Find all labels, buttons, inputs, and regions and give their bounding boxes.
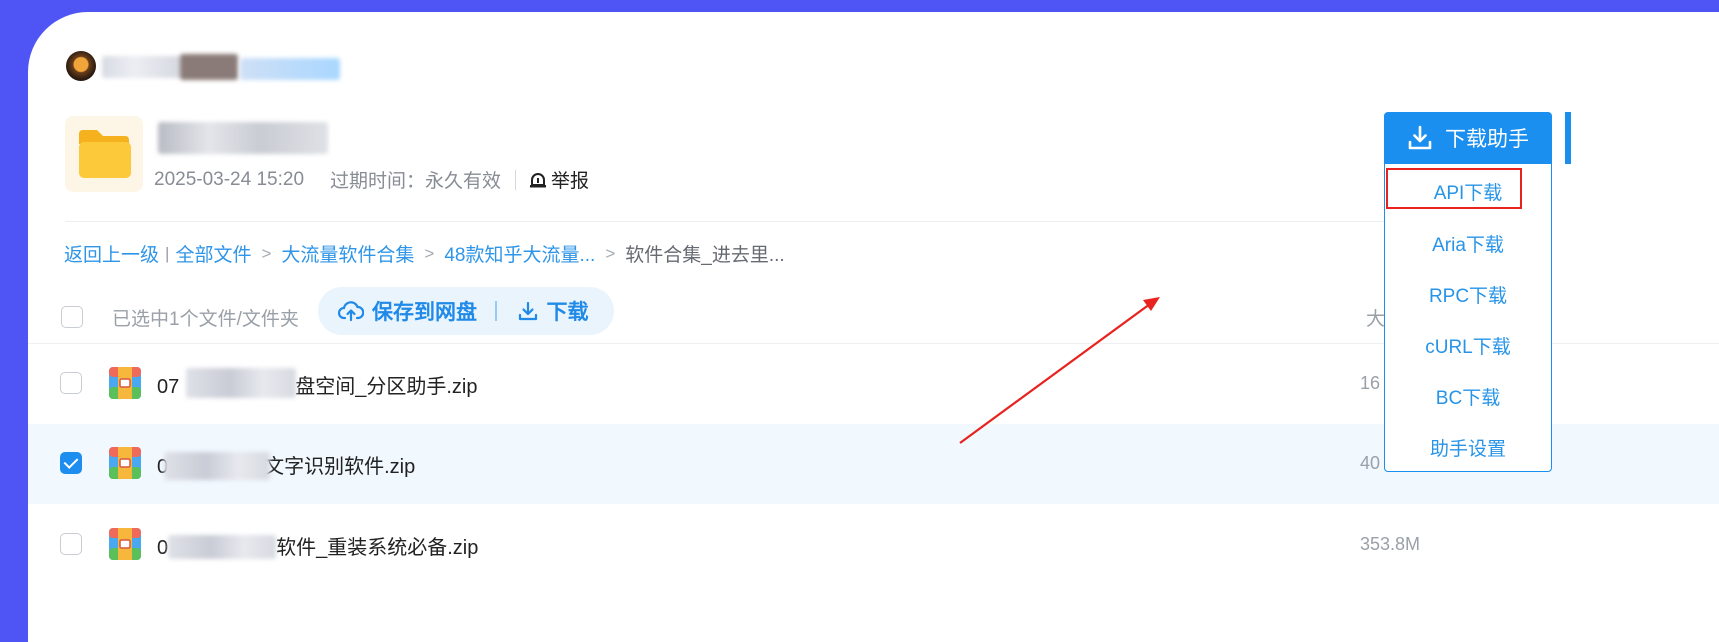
annotation-arrow bbox=[959, 297, 1160, 444]
